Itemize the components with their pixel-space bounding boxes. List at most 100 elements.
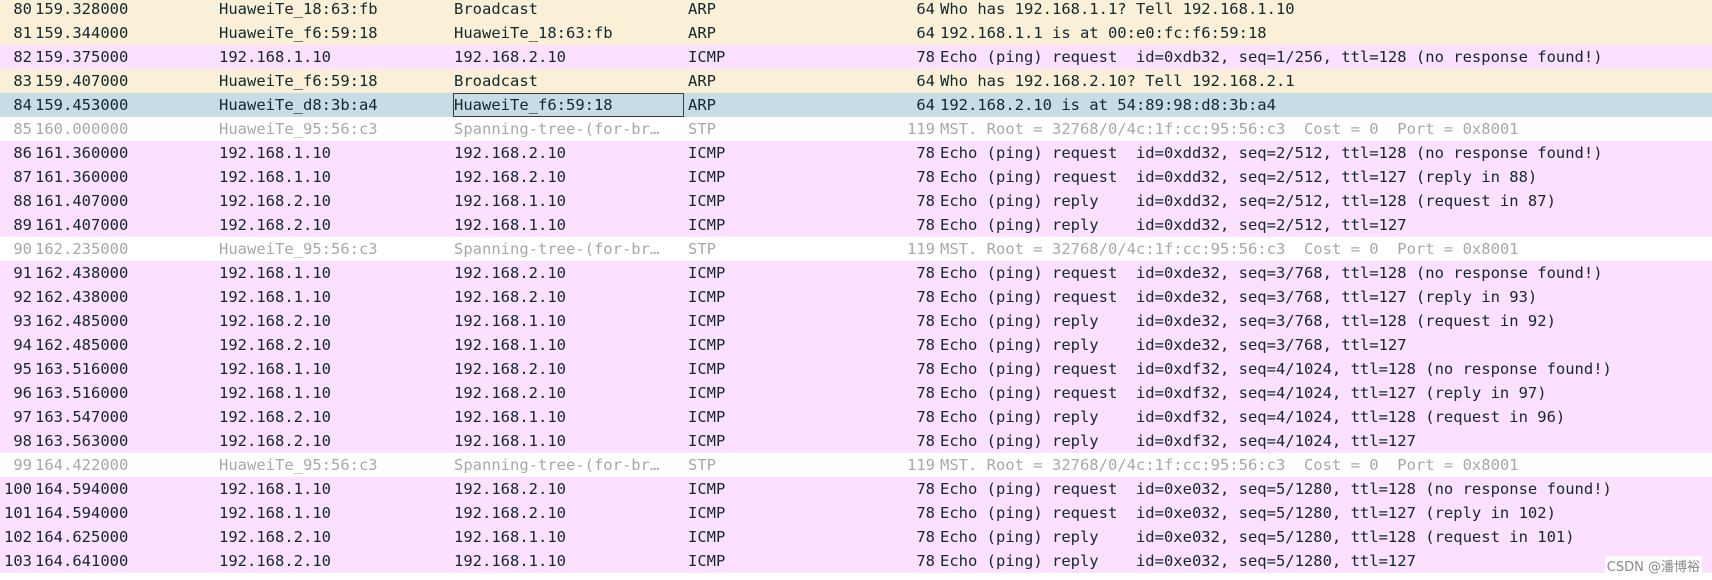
packet-time: 160.000000 — [35, 120, 129, 138]
packet-info: Echo (ping) request id=0xdf32, seq=4/102… — [940, 384, 1547, 402]
packet-time: 164.594000 — [35, 480, 129, 498]
packet-destination: 192.168.2.10 — [454, 264, 566, 282]
packet-row[interactable]: 99 164.422000 HuaweiTe_95:56:c3 Spanning-tr… — [0, 453, 1712, 477]
packet-time: 162.438000 — [35, 288, 129, 306]
packet-length: 78 — [916, 312, 935, 330]
packet-protocol: ARP — [688, 72, 716, 90]
packet-destination: 192.168.1.10 — [454, 336, 566, 354]
packet-list[interactable]: 80 159.328000 HuaweiTe_18:63:fb Broadcast AR… — [0, 0, 1712, 573]
packet-source: 192.168.1.10 — [219, 384, 331, 402]
packet-row[interactable]: 93 162.485000 192.168.2.10 192.168.1.10 ICMP… — [0, 309, 1712, 333]
packet-source: 192.168.2.10 — [219, 312, 331, 330]
packet-number: 94 — [13, 336, 32, 354]
packet-protocol: ICMP — [688, 360, 726, 378]
packet-row[interactable]: 80 159.328000 HuaweiTe_18:63:fb Broadcast AR… — [0, 0, 1712, 21]
packet-destination: 192.168.2.10 — [454, 168, 566, 186]
packet-source: 192.168.2.10 — [219, 336, 331, 354]
packet-row[interactable]: 88 161.407000 192.168.2.10 192.168.1.10 ICMP… — [0, 189, 1712, 213]
packet-destination: 192.168.1.10 — [454, 552, 566, 570]
packet-row[interactable]: 100 164.594000 192.168.1.10 192.168.2.10 ICM… — [0, 477, 1712, 501]
packet-row[interactable]: 87 161.360000 192.168.1.10 192.168.2.10 ICMP… — [0, 165, 1712, 189]
packet-protocol: ICMP — [688, 552, 726, 570]
packet-number: 89 — [13, 216, 32, 234]
packet-source: 192.168.2.10 — [219, 432, 331, 450]
packet-time: 163.563000 — [35, 432, 129, 450]
packet-time: 159.375000 — [35, 48, 129, 66]
packet-number: 88 — [13, 192, 32, 210]
packet-number: 85 — [13, 120, 32, 138]
packet-number: 82 — [13, 48, 32, 66]
packet-source: 192.168.1.10 — [219, 168, 331, 186]
packet-length: 78 — [916, 528, 935, 546]
packet-row[interactable]: 86 161.360000 192.168.1.10 192.168.2.10 ICMP… — [0, 141, 1712, 165]
packet-length: 78 — [916, 48, 935, 66]
packet-row[interactable]: 103 164.641000 192.168.2.10 192.168.1.10 ICM… — [0, 549, 1712, 573]
packet-row[interactable]: 97 163.547000 192.168.2.10 192.168.1.10 ICMP… — [0, 405, 1712, 429]
packet-destination: Spanning-tree-(for-br… — [454, 120, 660, 138]
packet-length: 64 — [916, 96, 935, 114]
packet-protocol: STP — [688, 240, 716, 258]
packet-number: 91 — [13, 264, 32, 282]
packet-row[interactable]: 82 159.375000 192.168.1.10 192.168.2.10 ICMP… — [0, 45, 1712, 69]
packet-source: 192.168.2.10 — [219, 216, 331, 234]
packet-row[interactable]: 84 159.453000 HuaweiTe_d8:3b:a4 HuaweiTe_f6… — [0, 93, 1712, 117]
packet-destination: 192.168.2.10 — [454, 480, 566, 498]
packet-info: MST. Root = 32768/0/4c:1f:cc:95:56:c3 Co… — [940, 240, 1519, 258]
packet-info: 192.168.2.10 is at 54:89:98:d8:3b:a4 — [940, 96, 1276, 114]
packet-row[interactable]: 83 159.407000 HuaweiTe_f6:59:18 Broadcast AR… — [0, 69, 1712, 93]
packet-number: 86 — [13, 144, 32, 162]
packet-row[interactable]: 85 160.000000 HuaweiTe_95:56:c3 Spanning-tr… — [0, 117, 1712, 141]
packet-row[interactable]: 92 162.438000 192.168.1.10 192.168.2.10 ICMP… — [0, 285, 1712, 309]
packet-protocol: ICMP — [688, 504, 726, 522]
packet-row[interactable]: 94 162.485000 192.168.2.10 192.168.1.10 ICMP… — [0, 333, 1712, 357]
packet-info: Echo (ping) request id=0xde32, seq=3/768… — [940, 288, 1538, 306]
packet-destination: HuaweiTe_18:63:fb — [454, 24, 613, 42]
packet-number: 99 — [13, 456, 32, 474]
packet-time: 161.407000 — [35, 216, 129, 234]
packet-protocol: ICMP — [688, 480, 726, 498]
packet-length: 78 — [916, 432, 935, 450]
packet-length: 78 — [916, 408, 935, 426]
packet-row[interactable]: 89 161.407000 192.168.2.10 192.168.1.10 ICMP… — [0, 213, 1712, 237]
packet-protocol: ICMP — [688, 192, 726, 210]
packet-source: 192.168.2.10 — [219, 408, 331, 426]
packet-destination: 192.168.1.10 — [454, 312, 566, 330]
packet-info: Echo (ping) reply id=0xdd32, seq=2/512, … — [940, 192, 1556, 210]
packet-row[interactable]: 91 162.438000 192.168.1.10 192.168.2.10 ICMP… — [0, 261, 1712, 285]
packet-row[interactable]: 81 159.344000 HuaweiTe_f6:59:18 HuaweiTe_18… — [0, 21, 1712, 45]
packet-info: Echo (ping) reply id=0xe032, seq=5/1280,… — [940, 552, 1416, 570]
packet-info: Who has 192.168.2.10? Tell 192.168.2.1 — [940, 72, 1295, 90]
packet-protocol: ICMP — [688, 312, 726, 330]
packet-length: 64 — [916, 0, 935, 18]
packet-time: 161.360000 — [35, 168, 129, 186]
packet-destination: 192.168.1.10 — [454, 192, 566, 210]
packet-info: MST. Root = 32768/0/4c:1f:cc:95:56:c3 Co… — [940, 120, 1519, 138]
packet-info: Echo (ping) request id=0xe032, seq=5/128… — [940, 480, 1612, 498]
packet-row[interactable]: 95 163.516000 192.168.1.10 192.168.2.10 ICMP… — [0, 357, 1712, 381]
packet-length: 78 — [916, 552, 935, 570]
packet-time: 162.485000 — [35, 312, 129, 330]
packet-protocol: STP — [688, 120, 716, 138]
packet-info: Echo (ping) request id=0xdb32, seq=1/256… — [940, 48, 1603, 66]
packet-time: 164.625000 — [35, 528, 129, 546]
packet-length: 119 — [907, 120, 935, 138]
packet-protocol: ICMP — [688, 384, 726, 402]
packet-row[interactable]: 101 164.594000 192.168.1.10 192.168.2.10 ICM… — [0, 501, 1712, 525]
packet-time: 161.407000 — [35, 192, 129, 210]
packet-row[interactable]: 102 164.625000 192.168.2.10 192.168.1.10 ICM… — [0, 525, 1712, 549]
packet-destination: 192.168.2.10 — [454, 48, 566, 66]
packet-row[interactable]: 98 163.563000 192.168.2.10 192.168.1.10 ICMP… — [0, 429, 1712, 453]
packet-length: 64 — [916, 24, 935, 42]
packet-source: 192.168.1.10 — [219, 504, 331, 522]
packet-destination: 192.168.2.10 — [454, 360, 566, 378]
packet-length: 78 — [916, 360, 935, 378]
packet-length: 64 — [916, 72, 935, 90]
packet-row[interactable]: 90 162.235000 HuaweiTe_95:56:c3 Spanning-tr… — [0, 237, 1712, 261]
packet-protocol: ICMP — [688, 216, 726, 234]
packet-destination: HuaweiTe_f6:59:18 — [453, 93, 684, 117]
packet-destination: Spanning-tree-(for-br… — [454, 240, 660, 258]
packet-row[interactable]: 96 163.516000 192.168.1.10 192.168.2.10 ICMP… — [0, 381, 1712, 405]
packet-info: 192.168.1.1 is at 00:e0:fc:f6:59:18 — [940, 24, 1267, 42]
watermark: CSDN @潘博裕 — [1604, 556, 1702, 575]
packet-source: HuaweiTe_95:56:c3 — [219, 456, 378, 474]
